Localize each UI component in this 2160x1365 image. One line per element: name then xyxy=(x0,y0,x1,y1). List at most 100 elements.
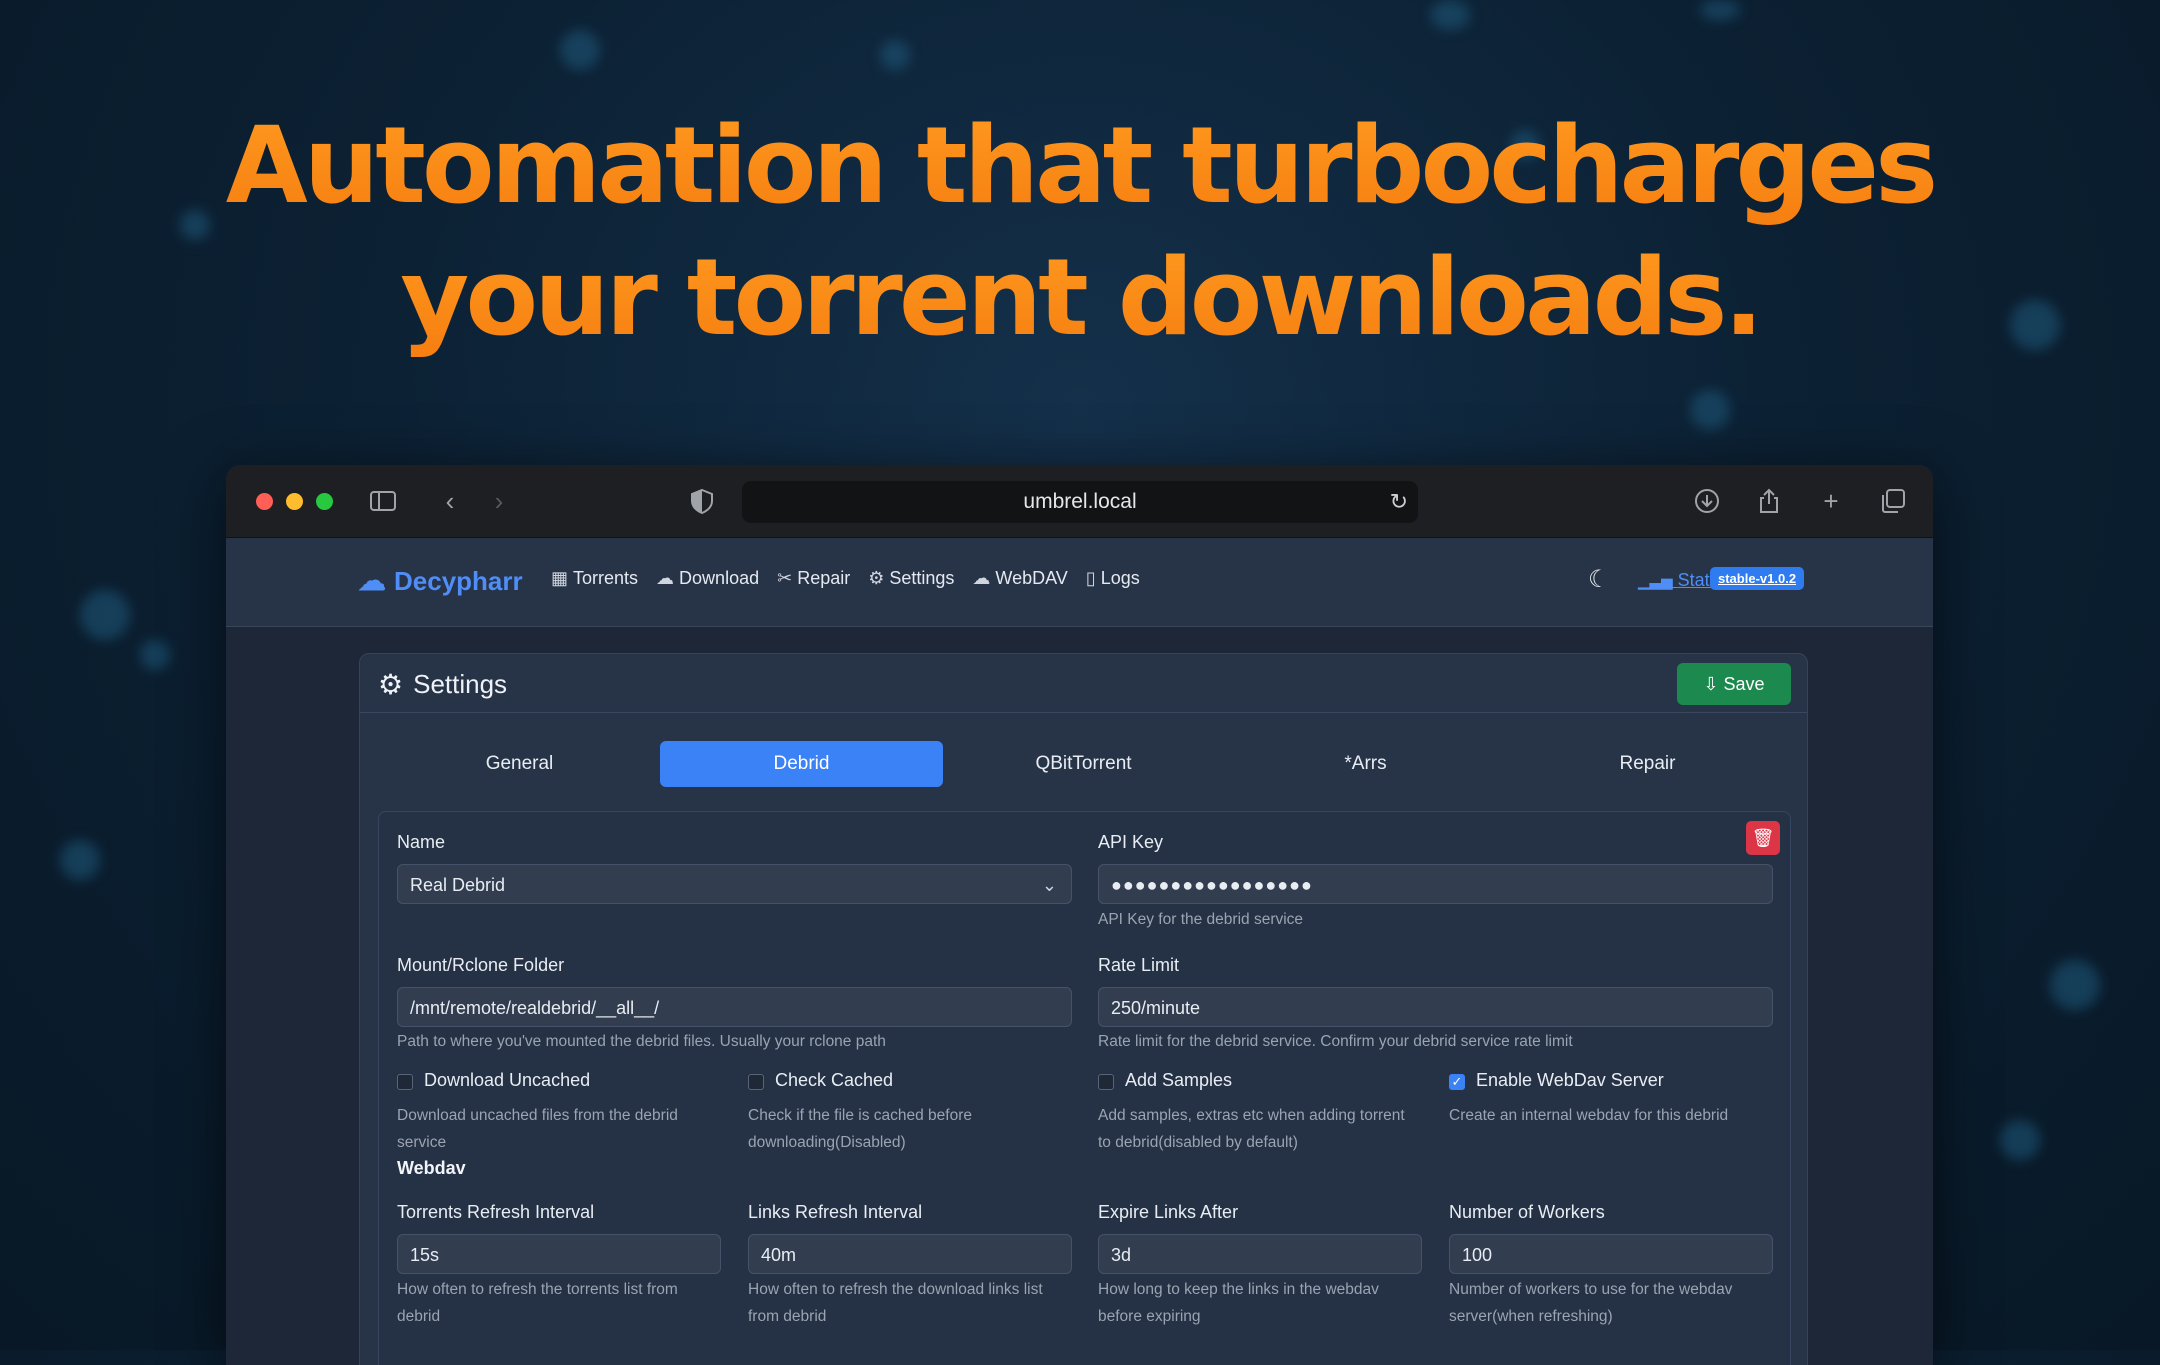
gear-icon: ⚙ xyxy=(868,568,885,588)
settings-tabs: General Debrid QBitTorrent *Arrs Repair xyxy=(378,741,1789,787)
expire-links-label: Expire Links After xyxy=(1098,1202,1239,1222)
add-samples-label[interactable]: Add Samples xyxy=(1125,1070,1232,1091)
minimize-window-button[interactable] xyxy=(286,493,303,510)
page-title-text: Settings xyxy=(413,669,508,699)
share-icon[interactable] xyxy=(1754,486,1784,516)
rate-limit-input[interactable]: 250/minute xyxy=(1098,987,1773,1027)
expire-links-hint-2: before expiring xyxy=(1098,1308,1201,1325)
enable-webdav-label[interactable]: Enable WebDav Server xyxy=(1476,1070,1664,1091)
new-tab-icon[interactable]: + xyxy=(1816,486,1846,516)
forward-icon[interactable]: › xyxy=(484,486,514,516)
nav-settings[interactable]: ⚙ Settings xyxy=(868,568,954,589)
mount-folder-input[interactable]: /mnt/remote/realdebrid/__all__/ xyxy=(397,987,1072,1027)
links-refresh-hint-2: from debrid xyxy=(748,1308,827,1325)
brand-link[interactable]: ☁ Decypharr xyxy=(358,564,523,597)
debrid-name-value: Real Debrid xyxy=(410,875,506,895)
tab-qbittorrent[interactable]: QBitTorrent xyxy=(942,741,1225,787)
tab-repair[interactable]: Repair xyxy=(1506,741,1789,787)
tabs-overview-icon[interactable] xyxy=(1878,486,1908,516)
debrid-name-select[interactable]: Real Debrid ⌄ xyxy=(397,864,1072,904)
gear-icon: ⚙ xyxy=(378,669,404,700)
app-navbar: ☁ Decypharr ▦ Torrents ☁ Download ✂ Repair ⚙… xyxy=(226,538,1933,627)
check-cached-hint: Check if the file is cached before xyxy=(748,1107,973,1124)
expire-links-input[interactable]: 3d xyxy=(1098,1234,1422,1274)
page-title: ⚙ Settings xyxy=(378,668,507,701)
brand-name: Decypharr xyxy=(394,566,523,596)
save-label: Save xyxy=(1723,674,1765,694)
url-text: umbrel.local xyxy=(1023,490,1137,513)
workers-hint-2: server(when refreshing) xyxy=(1449,1308,1613,1325)
table-icon: ▦ xyxy=(551,568,569,588)
save-button[interactable]: ⇩ Save xyxy=(1677,663,1791,705)
nav-repair[interactable]: ✂ Repair xyxy=(777,568,850,589)
mount-label: Mount/Rclone Folder xyxy=(397,955,565,975)
torrents-refresh-input[interactable]: 15s xyxy=(397,1234,721,1274)
sidebar-icon[interactable] xyxy=(368,486,398,516)
browser-toolbar: ‹ › umbrel.local ↻ + xyxy=(226,465,1933,538)
stats-link[interactable]: ▁▃▅ Stats xyxy=(1638,570,1719,591)
nav-label: Torrents xyxy=(573,568,639,588)
download-uncached-checkbox[interactable] xyxy=(397,1074,413,1090)
cloud-download-icon: ☁ xyxy=(358,565,386,596)
cloud-icon: ☁ xyxy=(972,568,991,588)
add-samples-checkbox[interactable] xyxy=(1098,1074,1114,1090)
shield-icon[interactable] xyxy=(687,486,717,516)
add-samples-hint: Add samples, extras etc when adding torr… xyxy=(1098,1107,1405,1124)
workers-input[interactable]: 100 xyxy=(1449,1234,1773,1274)
workers-label: Number of Workers xyxy=(1449,1202,1605,1222)
hero-line-2: your torrent downloads. xyxy=(0,232,2160,364)
nav-label: Repair xyxy=(797,568,851,588)
nav-download[interactable]: ☁ Download xyxy=(656,568,759,589)
api-key-hint: API Key for the debrid service xyxy=(1098,911,1304,928)
nav-label: WebDAV xyxy=(995,568,1068,588)
nav-logs[interactable]: ▯ Logs xyxy=(1086,568,1140,589)
chevron-down-icon: ⌄ xyxy=(1041,875,1057,895)
download-icon[interactable] xyxy=(1692,486,1722,516)
nav-label: Logs xyxy=(1100,568,1140,588)
reload-icon[interactable]: ↻ xyxy=(1390,481,1408,523)
file-icon: ▯ xyxy=(1085,568,1096,588)
tab-general[interactable]: General xyxy=(378,741,661,787)
torrents-refresh-hint-2: debrid xyxy=(397,1308,441,1325)
nav-torrents[interactable]: ▦ Torrents xyxy=(551,568,638,589)
api-key-input[interactable]: ●●●●●●●●●●●●●●●●● xyxy=(1098,864,1773,904)
close-window-button[interactable] xyxy=(256,493,273,510)
links-refresh-input[interactable]: 40m xyxy=(748,1234,1072,1274)
theme-toggle-moon-icon[interactable]: ☾ xyxy=(1588,565,1610,594)
trash-icon: 🗑 xyxy=(1751,828,1775,848)
nav-label: Settings xyxy=(889,568,955,588)
tab-arrs[interactable]: *Arrs xyxy=(1224,741,1507,787)
webdav-section-heading: Webdav xyxy=(397,1158,466,1178)
api-key-label: API Key xyxy=(1098,832,1164,852)
download-uncached-label[interactable]: Download Uncached xyxy=(424,1070,590,1091)
address-bar[interactable]: umbrel.local ↻ xyxy=(742,481,1418,523)
hero-line-1: Automation that turbocharges xyxy=(0,100,2160,232)
links-refresh-hint: How often to refresh the download links … xyxy=(748,1281,1043,1298)
debrid-config-panel: 🗑 Name Real Debrid ⌄ API Key ●●●●●●●●●●●… xyxy=(378,811,1791,1365)
rate-limit-label: Rate Limit xyxy=(1098,955,1180,975)
nav-webdav[interactable]: ☁ WebDAV xyxy=(972,568,1067,589)
check-cached-label[interactable]: Check Cached xyxy=(775,1070,893,1091)
download-uncached-hint: Download uncached files from the debrid xyxy=(397,1107,678,1124)
zoom-window-button[interactable] xyxy=(316,493,333,510)
delete-debrid-button[interactable]: 🗑 xyxy=(1746,821,1780,855)
check-icon: ✓ xyxy=(1451,1074,1463,1089)
tab-debrid[interactable]: Debrid xyxy=(660,741,943,787)
check-cached-checkbox[interactable] xyxy=(748,1074,764,1090)
torrents-refresh-label: Torrents Refresh Interval xyxy=(397,1202,595,1222)
download-uncached-hint-2: service xyxy=(397,1134,447,1151)
enable-webdav-checkbox[interactable]: ✓ xyxy=(1449,1074,1465,1090)
enable-webdav-hint: Create an internal webdav for this debri… xyxy=(1449,1107,1729,1124)
browser-window: ‹ › umbrel.local ↻ + ☁ Decypharr ▦ Torrent… xyxy=(226,465,1933,1365)
expire-links-hint: How long to keep the links in the webdav xyxy=(1098,1281,1379,1298)
main-nav: ▦ Torrents ☁ Download ✂ Repair ⚙ Settings ☁ W… xyxy=(551,568,1140,589)
settings-card: ⚙ Settings ⇩ Save General Debrid QBitTorr… xyxy=(359,653,1808,1365)
add-samples-hint-2: to debrid(disabled by default) xyxy=(1098,1134,1298,1151)
hero-headline: Automation that turbocharges your torren… xyxy=(0,100,2160,364)
version-badge[interactable]: stable-v1.0.2 xyxy=(1710,567,1805,590)
back-icon[interactable]: ‹ xyxy=(435,486,465,516)
check-cached-hint-2: downloading(Disabled) xyxy=(748,1134,906,1151)
tools-icon: ✂ xyxy=(777,568,793,588)
name-label: Name xyxy=(397,832,446,852)
save-icon: ⇩ xyxy=(1703,674,1719,694)
